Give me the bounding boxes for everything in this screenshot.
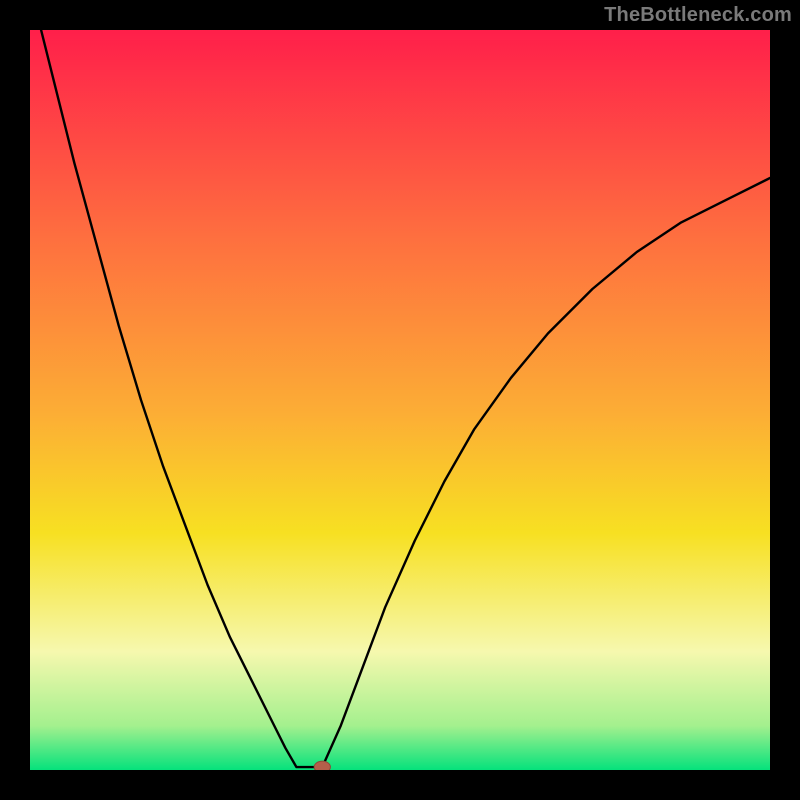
watermark-text: TheBottleneck.com bbox=[604, 4, 792, 27]
chart-svg bbox=[30, 30, 770, 770]
marker-dot bbox=[314, 761, 330, 770]
chart-frame: TheBottleneck.com bbox=[0, 0, 800, 800]
plot-area bbox=[30, 30, 770, 770]
